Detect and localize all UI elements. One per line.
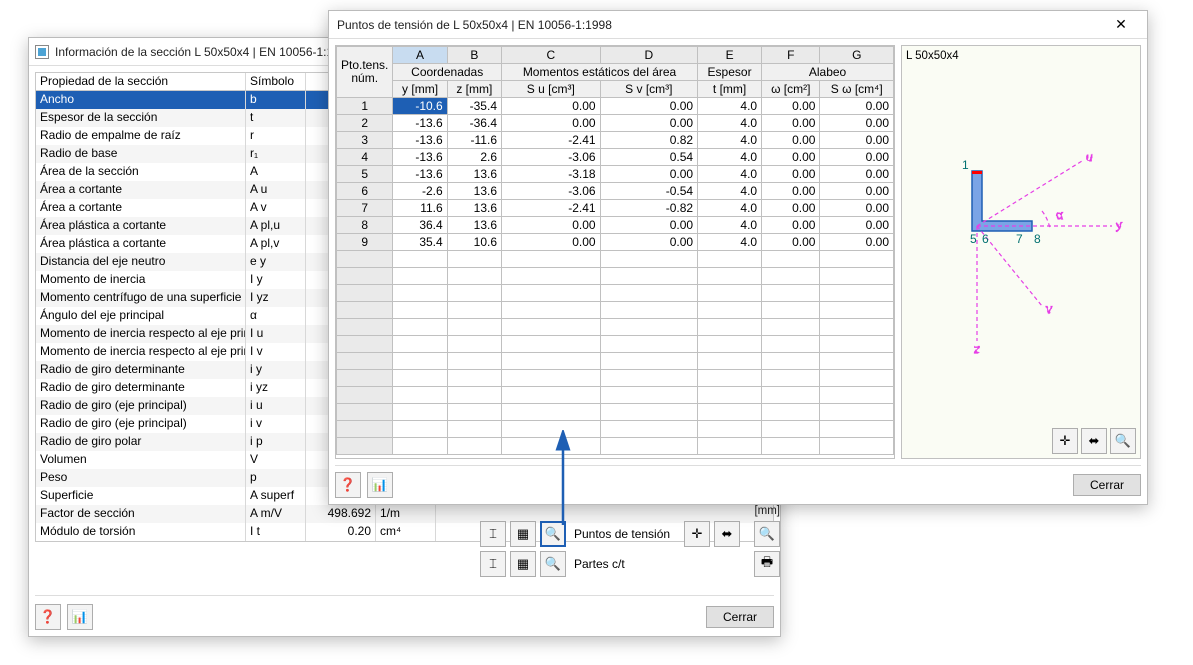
dialog-titlebar[interactable]: Puntos de tensión de L 50x50x4 | EN 1005… xyxy=(329,11,1147,39)
col-prop: Propiedad de la sección xyxy=(36,73,246,90)
table-row[interactable]: 2-13.6-36.40.000.004.00.000.00 xyxy=(337,115,894,132)
app-icon xyxy=(35,45,49,59)
mid-toolbar: [mm] ⌶ ▦ 🔍 Puntos de tensión ✛ ⬌ 🔍 ⌶ ▦ 🔍… xyxy=(480,505,780,577)
svg-text:7: 7 xyxy=(1016,232,1023,246)
table-row[interactable]: 935.410.60.000.004.00.000.00 xyxy=(337,234,894,251)
svg-text:y: y xyxy=(1116,218,1122,232)
preview-zoom-button[interactable]: 🔍 xyxy=(1110,428,1136,454)
dims-button[interactable]: ⬌ xyxy=(714,521,740,547)
section-icon-button[interactable]: ⌶ xyxy=(480,521,506,547)
svg-text:5: 5 xyxy=(970,232,977,246)
values-icon2-button[interactable]: ▦ xyxy=(510,551,536,577)
preview-svg: y z u v α 1 56 78 xyxy=(902,46,1140,426)
section-icon2-button[interactable]: ⌶ xyxy=(480,551,506,577)
table-row[interactable]: 5-13.613.6-3.180.004.00.000.00 xyxy=(337,166,894,183)
col-sym: Símbolo xyxy=(246,73,306,90)
svg-text:u: u xyxy=(1086,150,1093,164)
table-row[interactable]: 3-13.6-11.6-2.410.824.00.000.00 xyxy=(337,132,894,149)
table-row[interactable]: 1-10.6-35.40.000.004.00.000.00 xyxy=(337,98,894,115)
stress-points-label: Puntos de tensión xyxy=(574,527,670,541)
unit-label: [mm] xyxy=(754,505,780,517)
svg-text:α: α xyxy=(1056,208,1063,222)
svg-text:1: 1 xyxy=(962,158,969,172)
print-button[interactable]: 🔍 xyxy=(754,521,780,547)
table-row[interactable]: 4-13.62.6-3.060.544.00.000.00 xyxy=(337,149,894,166)
dialog-help-button[interactable]: ❓ xyxy=(335,472,361,498)
stress-points-dialog: Puntos de tensión de L 50x50x4 | EN 1005… xyxy=(328,10,1148,505)
stress-points-button[interactable]: 🔍 xyxy=(540,521,566,547)
svg-text:z: z xyxy=(974,342,980,356)
preview-axes-button[interactable]: ✛ xyxy=(1052,428,1078,454)
parts-label: Partes c/t xyxy=(574,557,625,571)
corner-header: Pto.tens. núm. xyxy=(337,47,393,98)
printer-button[interactable]: 🖶 xyxy=(754,551,780,577)
table-row[interactable]: 711.613.6-2.41-0.824.00.000.00 xyxy=(337,200,894,217)
close-button[interactable]: Cerrar xyxy=(706,606,774,628)
dialog-close-button[interactable]: Cerrar xyxy=(1073,474,1141,496)
table-row[interactable]: 836.413.60.000.004.00.000.00 xyxy=(337,217,894,234)
help-button[interactable]: ❓ xyxy=(35,604,61,630)
section-preview[interactable]: L 50x50x4 y z u v α 1 xyxy=(901,45,1141,459)
dialog-title: Puntos de tensión de L 50x50x4 | EN 1005… xyxy=(335,18,1101,32)
preview-dims-button[interactable]: ⬌ xyxy=(1081,428,1107,454)
values-icon-button[interactable]: ▦ xyxy=(510,521,536,547)
table-row[interactable]: 6-2.613.6-3.06-0.544.00.000.00 xyxy=(337,183,894,200)
axes-button[interactable]: ✛ xyxy=(684,521,710,547)
svg-text:8: 8 xyxy=(1034,232,1041,246)
svg-text:6: 6 xyxy=(982,232,989,246)
svg-text:v: v xyxy=(1046,302,1052,316)
export-button[interactable]: 📊 xyxy=(67,604,93,630)
close-icon[interactable]: ✕ xyxy=(1101,13,1141,37)
parts-button[interactable]: 🔍 xyxy=(540,551,566,577)
dialog-export-button[interactable]: 📊 xyxy=(367,472,393,498)
preview-label: L 50x50x4 xyxy=(906,50,959,62)
data-grid[interactable]: Pto.tens. núm. A B C D E F G Coordenadas… xyxy=(335,45,895,459)
